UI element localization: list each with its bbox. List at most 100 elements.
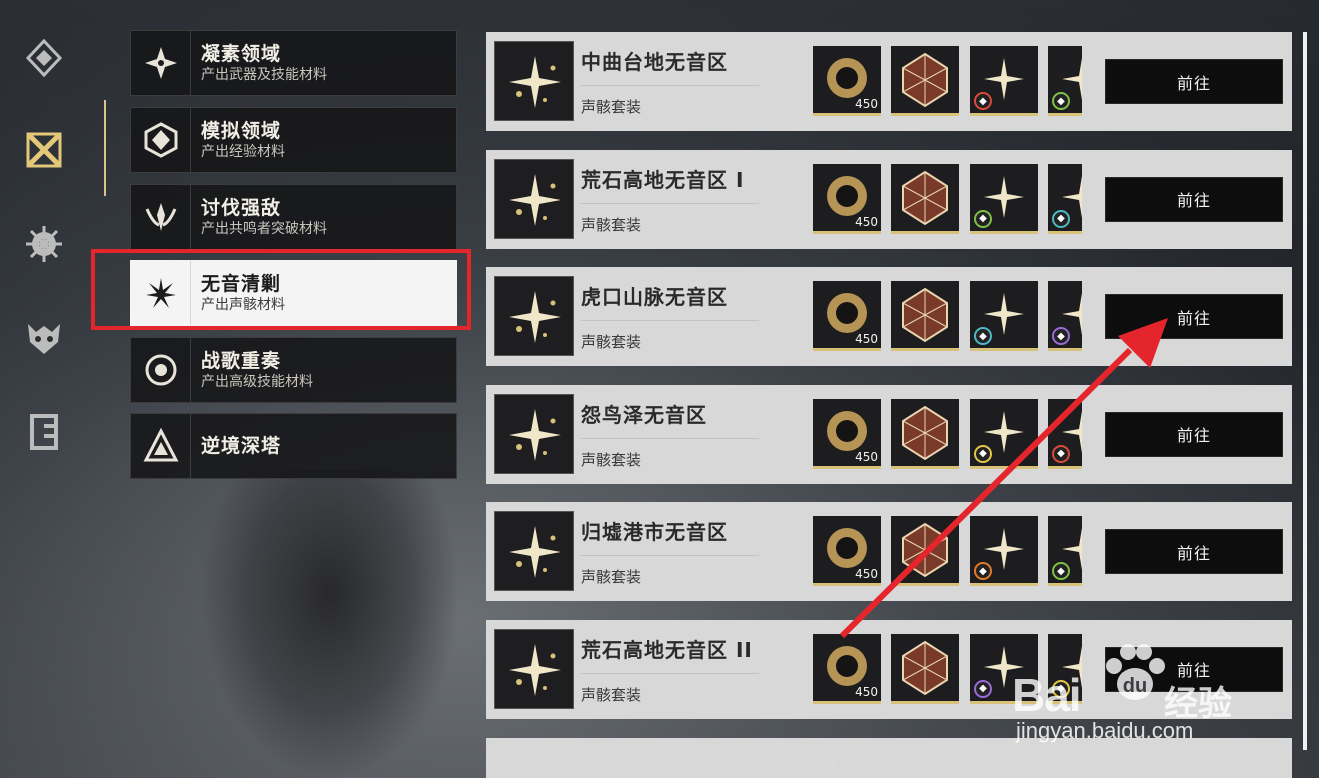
zone-name: 中曲台地无音区: [581, 50, 728, 74]
reward-gear-ring-icon[interactable]: 450: [813, 516, 881, 586]
crystal-cross-icon: [131, 31, 191, 95]
reward-gear-ring-icon[interactable]: 450: [813, 163, 881, 234]
side-rail: [0, 0, 110, 778]
crossed-swords-icon[interactable]: [22, 128, 66, 172]
element-badge-icon: ◆: [974, 562, 992, 580]
winged-crest-icon: [131, 185, 191, 249]
annotation-highlight-box: [91, 249, 471, 330]
list-item[interactable]: 怨鸟泽无音区声骸套装 450 ◆ ◆ 前往: [486, 384, 1292, 484]
reward-crystal-cube-icon[interactable]: [891, 281, 959, 351]
row-divider: [581, 320, 759, 321]
reward-count: 450: [855, 97, 878, 111]
element-badge-icon: ◆: [974, 92, 992, 110]
reward-gear-ring-icon[interactable]: 450: [813, 46, 881, 116]
zone-name: 荒石高地无音区 I: [581, 167, 745, 192]
row-divider: [581, 672, 759, 674]
element-badge-icon: ◆: [974, 327, 992, 345]
reward-echo-icon[interactable]: ◆: [970, 398, 1038, 469]
door-tower-icon[interactable]: [22, 410, 66, 454]
beast-mask-icon[interactable]: [22, 316, 66, 360]
element-badge-icon: ◆: [1052, 327, 1070, 345]
zone-subtitle: 声骸套装: [581, 685, 642, 704]
zone-subtitle: 声骸套装: [581, 568, 642, 586]
reward-crystal-cube-icon[interactable]: [891, 516, 959, 586]
row-divider: [581, 85, 759, 86]
reward-crystal-cube-icon[interactable]: [891, 633, 959, 704]
zone-subtitle: 声骸套装: [581, 215, 642, 234]
list-item[interactable]: 中曲台地无音区声骸套装 450 ◆ ◆ 前往: [486, 32, 1292, 131]
goto-button[interactable]: 前往: [1105, 294, 1283, 339]
goto-button[interactable]: 前往: [1105, 529, 1283, 574]
reward-count: 450: [855, 449, 878, 464]
reward-echo-icon[interactable]: ◆: [1048, 163, 1082, 234]
baidu-watermark: du Bai 经验 jingyan.baidu.com: [1012, 638, 1312, 748]
category-title: 战歌重奏: [201, 350, 282, 372]
element-badge-icon: ◆: [1052, 444, 1070, 463]
category-moni[interactable]: 模拟领域 产出经验材料: [130, 107, 457, 173]
echo-thumbnail: [494, 393, 574, 474]
element-badge-icon: ◆: [974, 679, 992, 698]
category-subtitle: 产出武器及技能材料: [201, 67, 327, 83]
zone-subtitle: 声骸套装: [581, 333, 642, 351]
goto-button[interactable]: 前往: [1105, 411, 1283, 457]
svg-text:du: du: [1123, 675, 1147, 697]
hex-shield-icon: [131, 108, 191, 172]
watermark-url: jingyan.baidu.com: [1016, 718, 1194, 743]
element-badge-icon: ◆: [974, 444, 992, 463]
echo-thumbnail: [494, 276, 574, 356]
reward-crystal-cube-icon[interactable]: [891, 46, 959, 116]
goto-button[interactable]: 前往: [1105, 59, 1283, 104]
zone-name: 怨鸟泽无音区: [581, 402, 707, 427]
reward-crystal-cube-icon[interactable]: [891, 163, 959, 234]
echo-thumbnail: [494, 158, 574, 239]
reward-echo-icon[interactable]: ◆: [1048, 398, 1082, 469]
reward-echo-icon[interactable]: ◆: [1048, 281, 1082, 351]
goto-button[interactable]: 前往: [1105, 176, 1283, 222]
reward-gear-ring-icon[interactable]: 450: [813, 398, 881, 469]
list-item[interactable]: 荒石高地无音区 I 声骸套装 450 ◆ ◆ 前往: [486, 149, 1292, 249]
zone-name: 荒石高地无音区 II: [581, 637, 753, 662]
category-title: 逆境深塔: [201, 435, 282, 457]
reward-echo-icon[interactable]: ◆: [970, 46, 1038, 116]
category-title: 凝素领域: [201, 43, 282, 65]
list-item[interactable]: 虎口山脉无音区声骸套装 450 ◆ ◆ 前往: [486, 267, 1292, 366]
row-divider: [581, 437, 759, 439]
category-taofa[interactable]: 讨伐强敌 产出共鸣者突破材料: [130, 184, 457, 250]
reward-count: 450: [855, 214, 878, 229]
reward-count: 450: [855, 332, 878, 346]
echo-thumbnail: [494, 511, 574, 591]
reward-echo-icon[interactable]: ◆: [1048, 516, 1082, 586]
category-zhange[interactable]: 战歌重奏 产出高级技能材料: [130, 337, 457, 403]
echo-thumbnail: [494, 628, 574, 709]
zone-name: 虎口山脉无音区: [581, 285, 728, 309]
paw-icon: du: [1106, 644, 1165, 700]
category-title: 模拟领域: [201, 120, 282, 142]
zone-name: 归墟港市无音区: [581, 520, 728, 544]
zone-subtitle: 声骸套装: [581, 450, 642, 469]
reward-crystal-cube-icon[interactable]: [891, 398, 959, 469]
reward-echo-icon[interactable]: ◆: [970, 516, 1038, 586]
background-character: [200, 470, 460, 778]
element-badge-icon: ◆: [1052, 92, 1070, 110]
category-ningsu[interactable]: 凝素领域 产出武器及技能材料: [130, 30, 457, 96]
ring-eye-icon: [131, 338, 191, 402]
zone-subtitle: 声骸套装: [581, 98, 642, 116]
category-nijing[interactable]: 逆境深塔: [130, 413, 457, 479]
row-divider: [581, 555, 759, 556]
reward-echo-icon[interactable]: ◆: [970, 163, 1038, 234]
category-subtitle: 产出共鸣者突破材料: [201, 221, 327, 237]
reward-count: 450: [855, 684, 878, 699]
list-item[interactable]: 归墟港市无音区声骸套装 450 ◆ ◆ 前往: [486, 502, 1292, 601]
compass-diamond-icon[interactable]: [22, 36, 66, 80]
reward-echo-icon[interactable]: ◆: [1048, 46, 1082, 116]
gear-snowflake-icon[interactable]: [22, 222, 66, 266]
element-badge-icon: ◆: [974, 209, 992, 228]
reward-gear-ring-icon[interactable]: 450: [813, 281, 881, 351]
reward-gear-ring-icon[interactable]: 450: [813, 633, 881, 704]
element-badge-icon: ◆: [1052, 562, 1070, 580]
reward-count: 450: [855, 567, 878, 581]
category-title: 讨伐强敌: [201, 197, 282, 219]
category-subtitle: 产出高级技能材料: [201, 374, 313, 390]
reward-echo-icon[interactable]: ◆: [970, 281, 1038, 351]
watermark-brand: Bai: [1012, 669, 1082, 721]
